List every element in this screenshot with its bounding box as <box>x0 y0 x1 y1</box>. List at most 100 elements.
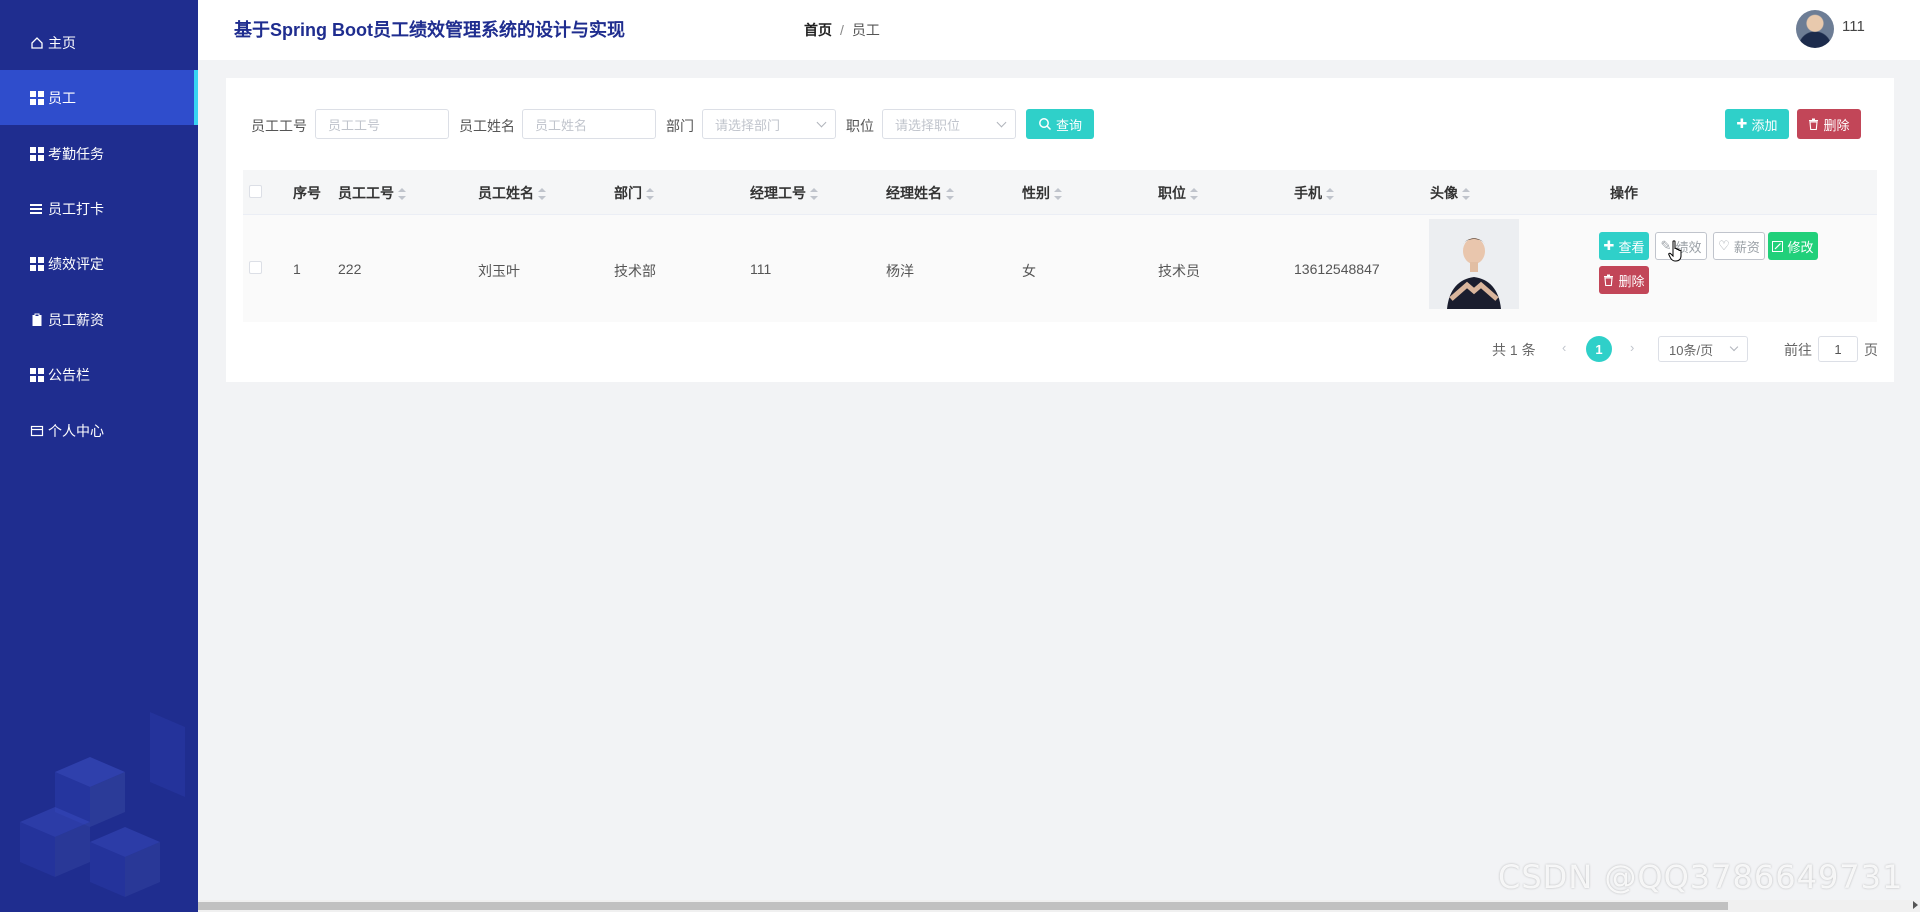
view-button[interactable]: ✚ 查看 <box>1599 232 1649 260</box>
sidebar-item-label: 个人中心 <box>48 422 104 439</box>
avatar[interactable] <box>1796 10 1834 48</box>
emp-name-input[interactable]: 员工姓名 <box>522 109 656 139</box>
header-emp-name-label: 员工姓名 <box>478 185 534 201</box>
sidebar-item-employee[interactable]: 员工 <box>0 70 198 125</box>
header-manager-name-label: 经理姓名 <box>886 185 942 201</box>
cell-manager-name: 杨洋 <box>886 263 914 279</box>
scroll-right-icon[interactable] <box>1913 901 1918 909</box>
delete-button-label: 删除 <box>1618 273 1645 289</box>
header-dept[interactable]: 部门 <box>614 183 654 203</box>
edit-icon <box>1772 240 1784 252</box>
position-select-placeholder: 请选择职位 <box>895 117 961 133</box>
query-button[interactable]: 查询 <box>1026 109 1094 139</box>
delete-button[interactable]: 删除 <box>1599 266 1649 294</box>
batch-delete-button[interactable]: 删除 <box>1797 109 1861 139</box>
batch-delete-button-label: 删除 <box>1823 117 1850 133</box>
sort-icon[interactable] <box>1326 188 1334 201</box>
table-header: 序号 员工工号 员工姓名 部门 经理工号 经理姓名 性别 职位 手机 头像 操作 <box>243 170 1877 214</box>
cell-index: 1 <box>293 261 301 277</box>
trash-icon <box>1809 118 1819 130</box>
sort-icon[interactable] <box>646 188 654 201</box>
employee-table: 序号 员工工号 员工姓名 部门 经理工号 经理姓名 性别 职位 手机 头像 操作… <box>243 170 1877 322</box>
scrollbar-thumb[interactable] <box>198 902 1728 910</box>
sort-icon[interactable] <box>538 188 546 201</box>
header-position[interactable]: 职位 <box>1158 183 1198 203</box>
breadcrumb-home[interactable]: 首页 <box>804 22 832 38</box>
emp-name-label: 员工姓名 <box>459 118 515 134</box>
sidebar-item-notice[interactable]: 公告栏 <box>0 347 198 402</box>
goto-label: 前往 <box>1784 342 1812 358</box>
sidebar-item-salary[interactable]: 员工薪资 <box>0 292 198 347</box>
next-page-icon[interactable]: › <box>1630 340 1634 355</box>
plus-icon: ✚ <box>1736 116 1748 131</box>
view-button-label: 查看 <box>1618 239 1645 255</box>
add-button[interactable]: ✚ 添加 <box>1725 109 1789 139</box>
sidebar-item-label: 考勤任务 <box>48 145 104 162</box>
cell-emp-no: 222 <box>338 261 362 277</box>
header-emp-no[interactable]: 员工工号 <box>338 183 406 203</box>
employee-photo[interactable] <box>1429 219 1519 309</box>
header-emp-name[interactable]: 员工姓名 <box>478 183 546 203</box>
header-manager-no[interactable]: 经理工号 <box>750 183 818 203</box>
salary-button[interactable]: ♡ 薪资 <box>1713 232 1765 260</box>
header-position-label: 职位 <box>1158 185 1186 201</box>
hand-cursor-icon <box>1668 240 1682 262</box>
sidebar-item-profile[interactable]: 个人中心 <box>0 403 198 458</box>
header-phone-label: 手机 <box>1294 185 1322 201</box>
sidebar-decoration <box>20 712 185 897</box>
grid-icon <box>30 367 44 382</box>
header-index: 序号 <box>293 185 321 201</box>
sidebar-item-performance[interactable]: 绩效评定 <box>0 236 198 291</box>
sort-icon[interactable] <box>810 188 818 201</box>
sort-icon[interactable] <box>1054 188 1062 201</box>
position-label: 职位 <box>846 118 874 134</box>
chevron-down-icon <box>996 117 1007 128</box>
header-avatar-label: 头像 <box>1430 185 1458 201</box>
header-phone[interactable]: 手机 <box>1294 183 1334 203</box>
breadcrumb: 首页 / 员工 <box>804 20 880 40</box>
position-select[interactable]: 请选择职位 <box>882 109 1016 139</box>
row-checkbox[interactable] <box>249 261 262 274</box>
trash-icon <box>1604 274 1614 286</box>
header-dept-label: 部门 <box>614 185 642 201</box>
sidebar: 主页 员工 考勤任务 员工打卡 绩效评定 员工薪资 公告栏 个人中心 <box>0 0 198 912</box>
sort-icon[interactable] <box>1462 188 1470 201</box>
emp-no-label: 员工工号 <box>251 118 307 134</box>
goto-page-input[interactable]: 1 <box>1818 336 1858 362</box>
sidebar-item-home[interactable]: 主页 <box>0 15 198 70</box>
emp-no-input[interactable]: 员工工号 <box>315 109 449 139</box>
cell-position: 技术员 <box>1158 263 1200 279</box>
sidebar-item-label: 员工 <box>48 89 76 106</box>
search-bar: 员工工号 员工工号 员工姓名 员工姓名 部门 请选择部门 职位 请选择职位 查询… <box>226 78 1894 168</box>
grid-icon <box>30 90 44 105</box>
prev-page-icon[interactable]: ‹ <box>1562 340 1566 355</box>
breadcrumb-separator: / <box>840 22 844 38</box>
horizontal-scrollbar[interactable] <box>198 900 1920 912</box>
sidebar-item-label: 绩效评定 <box>48 255 104 272</box>
home-icon <box>30 36 44 50</box>
cell-manager-no: 111 <box>750 261 772 277</box>
app-title: 基于Spring Boot员工绩效管理系统的设计与实现 <box>234 20 625 40</box>
pagination: 共 1 条 ‹ 1 › 10条/页 前往 1 页 <box>226 334 1894 364</box>
sort-icon[interactable] <box>946 188 954 201</box>
add-button-label: 添加 <box>1751 117 1778 133</box>
breadcrumb-current: 员工 <box>851 22 880 38</box>
select-all-checkbox[interactable] <box>249 185 262 198</box>
page-size-value: 10条/页 <box>1669 342 1714 358</box>
sidebar-item-clock-in[interactable]: 员工打卡 <box>0 181 198 236</box>
card-icon <box>30 424 44 438</box>
header-manager-name[interactable]: 经理姓名 <box>886 183 954 203</box>
salary-button-label: 薪资 <box>1733 239 1760 255</box>
header-gender[interactable]: 性别 <box>1022 183 1062 203</box>
edit-button[interactable]: 修改 <box>1768 232 1818 260</box>
query-button-label: 查询 <box>1055 117 1082 133</box>
sidebar-item-attendance-task[interactable]: 考勤任务 <box>0 126 198 181</box>
page-number-button[interactable]: 1 <box>1586 336 1612 362</box>
header-avatar[interactable]: 头像 <box>1430 183 1470 203</box>
sort-icon[interactable] <box>398 188 406 201</box>
page-size-select[interactable]: 10条/页 <box>1658 336 1748 362</box>
dept-select[interactable]: 请选择部门 <box>702 109 836 139</box>
edit-button-label: 修改 <box>1787 239 1814 255</box>
sort-icon[interactable] <box>1190 188 1198 201</box>
username[interactable]: 111 <box>1842 18 1865 35</box>
